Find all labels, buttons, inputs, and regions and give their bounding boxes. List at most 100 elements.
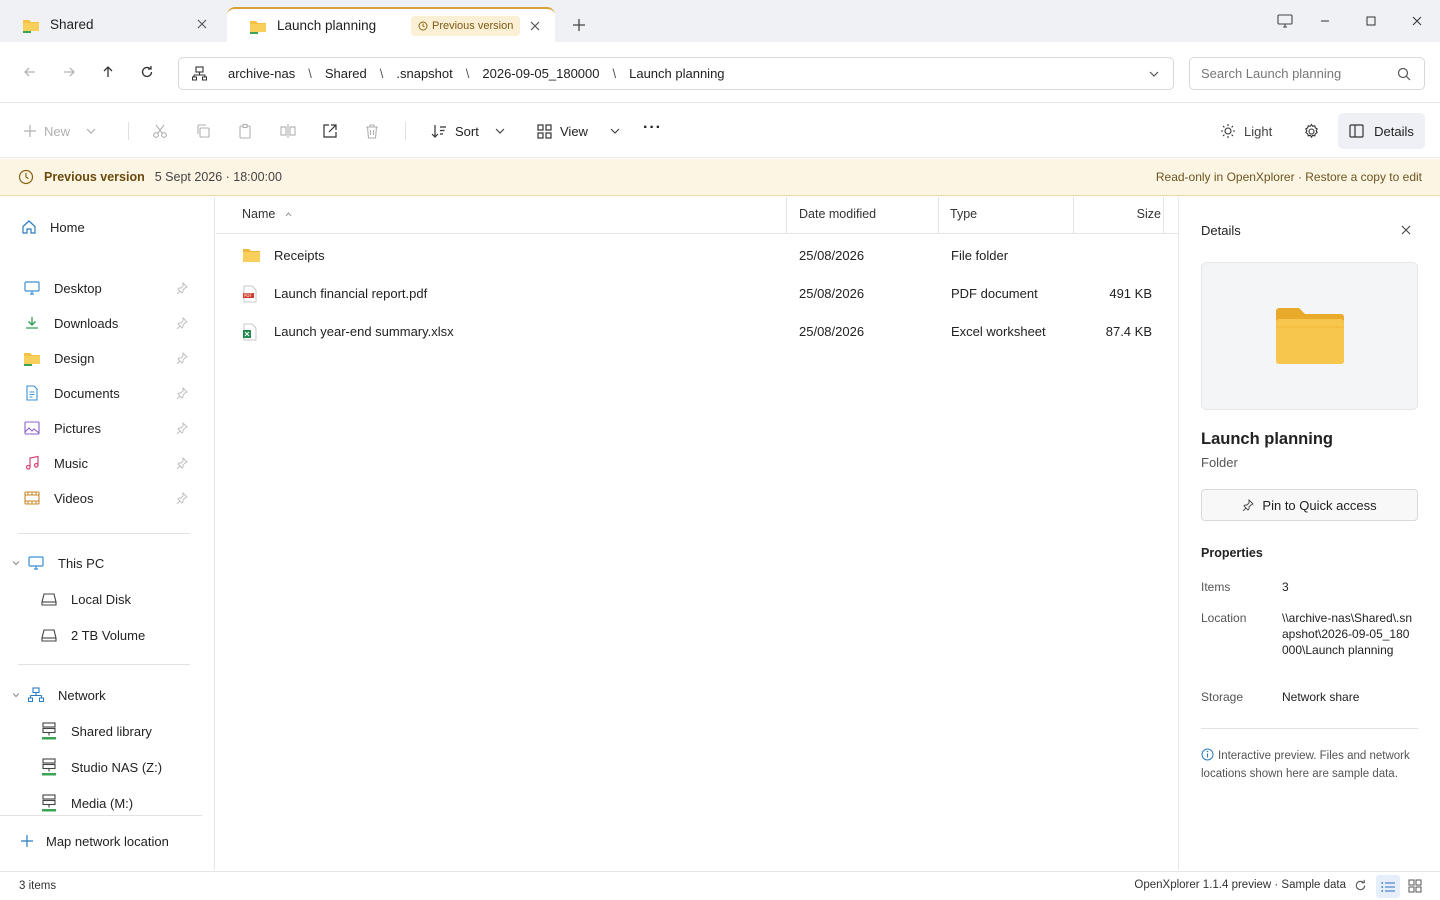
table-row[interactable]: Receipts 25/08/2026 File folder (216, 237, 1178, 275)
paste-icon[interactable] (237, 121, 253, 141)
refresh-icon[interactable] (1354, 879, 1367, 892)
refresh-icon[interactable] (137, 62, 157, 82)
pin-icon[interactable] (176, 387, 188, 399)
grid-view-icon[interactable] (1408, 879, 1422, 893)
delete-icon[interactable] (364, 121, 380, 141)
close-icon[interactable] (194, 16, 210, 32)
version-label: OpenXplorer 1.1.4 preview · Sample data (1134, 879, 1346, 891)
folder-icon (22, 17, 40, 33)
column-divider[interactable] (1073, 197, 1074, 234)
sidebar-item-local-disk[interactable]: Local Disk (0, 584, 215, 614)
breadcrumb-archive-nas[interactable]: archive-nas (228, 66, 295, 81)
sidebar-item-documents[interactable]: Documents (0, 378, 215, 408)
banner-date: 5 Sept 2026 · 18:00:00 (154, 170, 282, 184)
search-input[interactable]: Search Launch planning (1189, 57, 1425, 90)
close-icon[interactable] (1401, 225, 1411, 235)
toolbar-divider (128, 122, 129, 140)
breadcrumb-shared[interactable]: Shared (325, 66, 367, 81)
close-icon[interactable] (527, 18, 543, 34)
network-drive-icon (40, 722, 58, 740)
new-tab-icon[interactable] (570, 16, 588, 34)
theme-toggle-button[interactable]: Light (1220, 121, 1272, 141)
settings-gear-icon[interactable] (1303, 121, 1320, 141)
sort-button[interactable]: Sort (431, 121, 505, 141)
sidebar-item-home[interactable]: Home (0, 212, 215, 242)
pin-to-quick-access-button[interactable]: Pin to Quick access (1201, 489, 1418, 521)
sidebar-item-videos[interactable]: Videos (0, 483, 215, 513)
details-pane-button[interactable]: Details (1338, 113, 1425, 149)
table-row[interactable]: Launch year-end summary.xlsx 25/08/2026 … (216, 313, 1178, 351)
sidebar-item-desktop[interactable]: Desktop (0, 273, 215, 303)
previous-version-banner: Previous version 5 Sept 2026 · 18:00:00 … (0, 159, 1440, 196)
breadcrumb-separator: \ (465, 66, 470, 81)
close-window-icon[interactable] (1407, 12, 1427, 30)
chevron-down-icon[interactable] (12, 691, 20, 699)
sidebar-item-media[interactable]: Media (M:) (0, 788, 215, 818)
chevron-down-icon (610, 128, 620, 134)
file-type: PDF document (951, 286, 1038, 301)
cast-icon[interactable] (1275, 12, 1295, 30)
sidebar-item-downloads[interactable]: Downloads (0, 308, 215, 338)
column-header-name[interactable]: Name (242, 207, 292, 221)
back-icon[interactable] (20, 62, 40, 82)
chevron-down-icon[interactable] (12, 559, 20, 567)
sample-data-note: Interactive preview. Files and network l… (1201, 748, 1410, 780)
breadcrumb-snapshot[interactable]: .snapshot (396, 66, 452, 81)
list-view-icon[interactable] (1376, 875, 1400, 898)
folder-icon (249, 18, 267, 34)
column-header-size[interactable]: Size (1137, 207, 1161, 221)
details-pane-icon (1349, 124, 1364, 138)
maximize-icon[interactable] (1361, 12, 1381, 30)
sidebar-item-pictures[interactable]: Pictures (0, 413, 215, 443)
navigation-pane: Home Desktop Downloads Design Documents … (0, 197, 215, 870)
sidebar-divider (0, 815, 202, 816)
pin-icon[interactable] (176, 317, 188, 329)
address-bar[interactable]: archive-nas \ Shared \ .snapshot \ 2026-… (178, 57, 1174, 90)
pin-icon[interactable] (176, 422, 188, 434)
column-header-type[interactable]: Type (950, 207, 977, 221)
breadcrumb-snapshot-date[interactable]: 2026-09-05_180000 (482, 66, 599, 81)
more-options-button[interactable]: ··· (643, 118, 662, 138)
table-row[interactable]: PDF Launch financial report.pdf 25/08/20… (216, 275, 1178, 313)
column-divider[interactable] (938, 197, 939, 234)
search-icon[interactable] (1397, 67, 1411, 81)
forward-icon[interactable] (59, 62, 79, 82)
pin-icon[interactable] (176, 352, 188, 364)
column-header-date[interactable]: Date modified (799, 207, 876, 221)
breadcrumb-launch-planning[interactable]: Launch planning (629, 66, 724, 81)
sidebar-item-this-pc[interactable]: This PC (0, 548, 215, 578)
property-label: Storage (1201, 690, 1244, 704)
column-divider[interactable] (1163, 197, 1164, 234)
sidebar-item-2tb-volume[interactable]: 2 TB Volume (0, 620, 215, 650)
sidebar-item-shared-library[interactable]: Shared library (0, 716, 215, 746)
pin-icon[interactable] (176, 457, 188, 469)
banner-note[interactable]: Read-only in OpenXplorer · Restore a cop… (1156, 170, 1422, 184)
chevron-down-icon[interactable] (1149, 70, 1159, 78)
tab-launch-planning[interactable]: Launch planning Previous version (227, 7, 555, 42)
tab-shared[interactable]: Shared (0, 7, 226, 42)
rename-icon[interactable] (280, 121, 296, 141)
view-button[interactable]: View (537, 121, 620, 141)
share-icon[interactable] (322, 121, 338, 141)
grid-icon (537, 123, 552, 139)
sidebar-item-music[interactable]: Music (0, 448, 215, 478)
pin-icon[interactable] (176, 282, 188, 294)
sidebar-item-design[interactable]: Design (0, 343, 215, 373)
up-icon[interactable] (98, 62, 118, 82)
map-network-location-button[interactable]: Map network location (0, 826, 215, 856)
preview-thumbnail (1201, 262, 1418, 410)
tab-label: Shared (50, 17, 94, 32)
network-icon (192, 66, 207, 81)
status-bar: 3 items OpenXplorer 1.1.4 preview · Samp… (0, 871, 1440, 900)
details-header: Details (1201, 223, 1241, 238)
chevron-down-icon (86, 128, 96, 134)
plus-icon (18, 832, 36, 850)
column-divider[interactable] (786, 197, 787, 234)
cut-icon[interactable] (152, 121, 168, 141)
sidebar-item-studio-nas[interactable]: Studio NAS (Z:) (0, 752, 215, 782)
new-button[interactable]: New (24, 121, 96, 141)
pin-icon[interactable] (176, 492, 188, 504)
minimize-icon[interactable] (1315, 12, 1335, 30)
copy-icon[interactable] (195, 121, 211, 141)
sidebar-item-network[interactable]: Network (0, 680, 215, 710)
